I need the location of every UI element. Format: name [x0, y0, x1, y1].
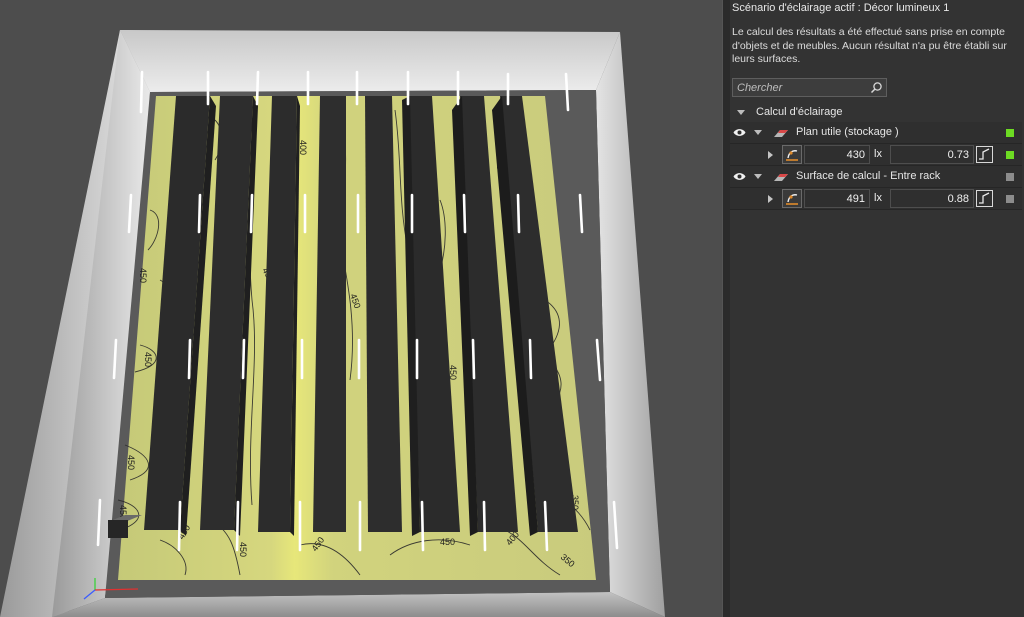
contour-label: 450: [126, 455, 136, 470]
eye-icon[interactable]: [733, 172, 746, 181]
illuminance-unit: lx: [874, 192, 882, 204]
expand-triangle-icon[interactable]: [754, 130, 762, 135]
calc-object-row[interactable]: Surface de calcul - Entre rack: [730, 166, 1022, 188]
status-indicator: [1006, 195, 1014, 203]
illuminance-value: 491: [846, 193, 865, 205]
scenario-title: Scénario d'éclairage actif : Décor lumin…: [732, 2, 950, 14]
status-indicator: [1006, 151, 1014, 159]
contour-label: 400: [298, 140, 308, 155]
section-label: Calcul d'éclairage: [756, 106, 843, 118]
search-icon[interactable]: [870, 81, 883, 94]
expand-right-icon[interactable]: [768, 151, 773, 159]
calc-plane-icon: [774, 174, 788, 181]
graph-icon: [979, 148, 990, 160]
contour-label: 450: [138, 268, 148, 283]
collapse-triangle-icon[interactable]: [737, 110, 745, 115]
expand-right-icon[interactable]: [768, 195, 773, 203]
uniformity-value: 0.88: [947, 193, 969, 205]
contour-label: 450: [238, 542, 248, 557]
eye-icon[interactable]: [733, 128, 746, 137]
calculation-note: Le calcul des résultats a été effectué s…: [732, 26, 1007, 65]
wall-top: [120, 30, 620, 92]
illuminance-value: 430: [846, 149, 865, 161]
uniformity-value: 0.73: [947, 149, 969, 161]
luxmeter-icon: [782, 145, 802, 164]
calc-object-row[interactable]: Plan utile (stockage ): [730, 122, 1022, 144]
calc-result-row[interactable]: 430 lx 0.73: [730, 144, 1022, 166]
status-indicator: [1006, 173, 1014, 181]
calc-object-label: Surface de calcul - Entre rack: [796, 170, 941, 182]
calc-result-row[interactable]: 491 lx 0.88: [730, 188, 1022, 210]
status-indicator: [1006, 129, 1014, 137]
warehouse-scene: 450 450 450 450 450 450 450 450 400 400 …: [0, 0, 722, 617]
illuminance-unit: lx: [874, 148, 882, 160]
expand-triangle-icon[interactable]: [754, 174, 762, 179]
3d-viewport[interactable]: 450 450 450 450 450 450 450 450 400 400 …: [0, 0, 722, 617]
luxmeter-icon: [782, 189, 802, 208]
results-panel: Scénario d'éclairage actif : Décor lumin…: [730, 0, 1024, 617]
distribution-graph-button[interactable]: [976, 146, 993, 163]
search-input[interactable]: [737, 80, 863, 95]
uniformity-cell: 0.73: [890, 145, 974, 164]
panel-splitter[interactable]: [722, 0, 730, 617]
illuminance-cell: 430: [804, 145, 870, 164]
search-box: [732, 78, 887, 97]
section-header-calcul[interactable]: Calcul d'éclairage: [730, 104, 1024, 122]
graph-icon: [979, 192, 990, 204]
contour-label: 450: [440, 537, 455, 547]
distribution-graph-button[interactable]: [976, 190, 993, 207]
calc-plane-icon: [774, 130, 788, 137]
calc-object-label: Plan utile (stockage ): [796, 126, 899, 138]
contour-label: 450: [143, 352, 153, 367]
uniformity-cell: 0.88: [890, 189, 974, 208]
illuminance-cell: 491: [804, 189, 870, 208]
